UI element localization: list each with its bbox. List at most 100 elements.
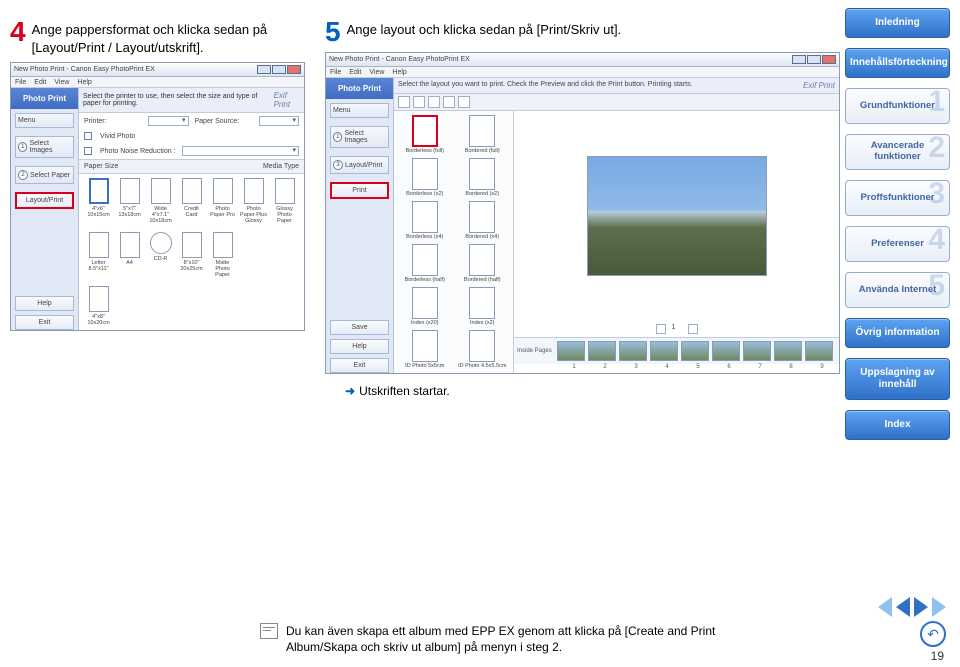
- window-controls: [257, 65, 301, 74]
- paper-option: Photo Paper Pro: [209, 178, 236, 218]
- sidebar-layout-print: Layout/Print: [15, 192, 74, 209]
- menu-edit: Edit: [34, 79, 46, 86]
- paper-option: 4"x6" 10x15cm: [85, 178, 112, 218]
- nav-other-info[interactable]: Övrig information: [845, 318, 950, 348]
- layout-option: Bordered (half): [456, 244, 510, 283]
- layout-option: Borderless (half): [398, 244, 452, 283]
- note-icon: [260, 623, 278, 639]
- thumbnail: [619, 341, 647, 361]
- menu-file: File: [330, 69, 341, 76]
- layout-option: Bordered (full): [456, 115, 510, 154]
- tip-text: Du kan även skapa ett album med EPP EX g…: [286, 623, 780, 655]
- sidebar-menu: Menu: [330, 103, 389, 118]
- thumbnail: [805, 341, 833, 361]
- next-button[interactable]: [914, 597, 928, 617]
- layout-option: Borderless (x4): [398, 201, 452, 240]
- nav-chapter-1[interactable]: 1Grundfunktioner: [845, 88, 950, 124]
- thumbnail: [650, 341, 678, 361]
- nav-chapter-2[interactable]: 2Avancerade funktioner: [845, 134, 950, 170]
- step-5: 5 Ange layout och klicka sedan på [Print…: [325, 18, 840, 398]
- prev-button[interactable]: [896, 597, 910, 617]
- nav-chapter-4[interactable]: 4Preferenser: [845, 226, 950, 262]
- noise-label: Photo Noise Reduction :: [100, 148, 176, 155]
- printer-label: Printer:: [84, 118, 142, 125]
- step-5-number: 5: [325, 18, 341, 46]
- sidebar-select-paper: 2Select Paper: [15, 166, 74, 184]
- step-5-text: Ange layout och klicka sedan på [Print/S…: [347, 18, 840, 39]
- paper-size-hdr: Paper Size: [84, 163, 118, 170]
- thumbnail: [681, 341, 709, 361]
- menu-edit: Edit: [349, 69, 361, 76]
- nav-lookup[interactable]: Uppslagning av innehåll: [845, 358, 950, 400]
- exif-label: Exif Print: [274, 91, 300, 109]
- window-title: New Photo Print - Canon Easy PhotoPrint …: [329, 56, 470, 63]
- nav-chapter-3[interactable]: 3Proffsfunktioner: [845, 180, 950, 216]
- result-text: Utskriften startar.: [359, 384, 450, 398]
- paper-option: A4: [116, 232, 143, 266]
- window-title: New Photo Print - Canon Easy PhotoPrint …: [14, 66, 155, 73]
- sidebar-exit: Exit: [330, 358, 389, 373]
- exif-label: Exif Print: [803, 81, 835, 90]
- vivid-check: [84, 132, 92, 140]
- nav-intro[interactable]: Inledning: [845, 8, 950, 38]
- page-number: 19: [931, 649, 944, 663]
- layout-option: ID Photo 5x5cm: [398, 330, 452, 369]
- layout-option: Index (x2): [456, 287, 510, 326]
- preview-photo: [587, 156, 767, 276]
- back-button[interactable]: ↶: [920, 621, 946, 647]
- sidebar-layout-print: 3Layout/Print: [330, 156, 389, 174]
- toolbar: [394, 94, 839, 111]
- paper-option: Letter 8.5"x11": [85, 232, 112, 272]
- step-4-text: Ange pappersformat och klicka sedan på […: [32, 18, 305, 56]
- sidebar-heading: Photo Print: [11, 88, 78, 109]
- sidebar-help: Help: [330, 339, 389, 354]
- menu-view: View: [369, 69, 384, 76]
- result-note: ➜ Utskriften startar.: [345, 384, 840, 398]
- sidebar-panel: Photo Print Menu 1Select Images 2Select …: [11, 88, 79, 330]
- sidebar-print: Print: [330, 182, 389, 199]
- pager-controls: [878, 597, 946, 617]
- thumbnail-strip: Inside Pages: [514, 337, 839, 364]
- noise-check: [84, 147, 92, 155]
- noise-dd: [182, 146, 300, 156]
- layout-option: Index (x20): [398, 287, 452, 326]
- thumbnail: [712, 341, 740, 361]
- step-4-screenshot: New Photo Print - Canon Easy PhotoPrint …: [10, 62, 305, 331]
- sidebar-help: Help: [15, 296, 74, 311]
- nav-toc[interactable]: Innehållsförteckning: [845, 48, 950, 78]
- window-controls: [792, 55, 836, 64]
- next-next-button[interactable]: [932, 597, 946, 617]
- caption: Select the printer to use, then select t…: [83, 93, 274, 107]
- sidebar-panel: Photo Print Menu 1Select Images 3Layout/…: [326, 78, 394, 373]
- preview-panel: 1 Inside Pages: [514, 111, 839, 373]
- printer-dd: [148, 116, 189, 126]
- step-4: 4 Ange pappersformat och klicka sedan på…: [10, 18, 305, 398]
- nav-index[interactable]: Index: [845, 410, 950, 440]
- media-type-hdr: Media Type: [263, 163, 299, 170]
- prev-prev-button[interactable]: [878, 597, 892, 617]
- paper-grid: 4"x6" 10x15cm 5"x7" 13x18cm Wide 4"x7.1"…: [79, 174, 304, 330]
- papersrc-dd: [259, 116, 300, 126]
- menu-file: File: [15, 79, 26, 86]
- nav-chapter-5[interactable]: 5Använda Internet: [845, 272, 950, 308]
- sidebar-select-images: 1Select Images: [330, 126, 389, 148]
- arrow-icon: ➜: [345, 384, 355, 398]
- menu-view: View: [54, 79, 69, 86]
- step-4-number: 4: [10, 18, 26, 46]
- paper-option: 8"x10" 20x25cm: [178, 232, 205, 272]
- thumbnail: [557, 341, 585, 361]
- step-5-screenshot: New Photo Print - Canon Easy PhotoPrint …: [325, 52, 840, 374]
- menu-bar: File Edit View Help: [326, 67, 839, 78]
- layout-option: ID Photo 4.5x5.5cm: [456, 330, 510, 369]
- sidebar-heading: Photo Print: [326, 78, 393, 99]
- papersrc-label: Paper Source:: [195, 118, 253, 125]
- layout-options: Borderless (full) Bordered (full) Border…: [394, 111, 514, 373]
- thumbnail: [774, 341, 802, 361]
- preview-pager: 1: [514, 321, 839, 337]
- tip-note: Du kan även skapa ett album med EPP EX g…: [260, 623, 780, 655]
- paper-option: Glossy Photo Paper: [271, 178, 298, 224]
- paper-option: Matte Photo Paper: [209, 232, 236, 278]
- paper-option: Credit Card: [178, 178, 205, 218]
- menu-bar: File Edit View Help: [11, 77, 304, 88]
- menu-help: Help: [77, 79, 91, 86]
